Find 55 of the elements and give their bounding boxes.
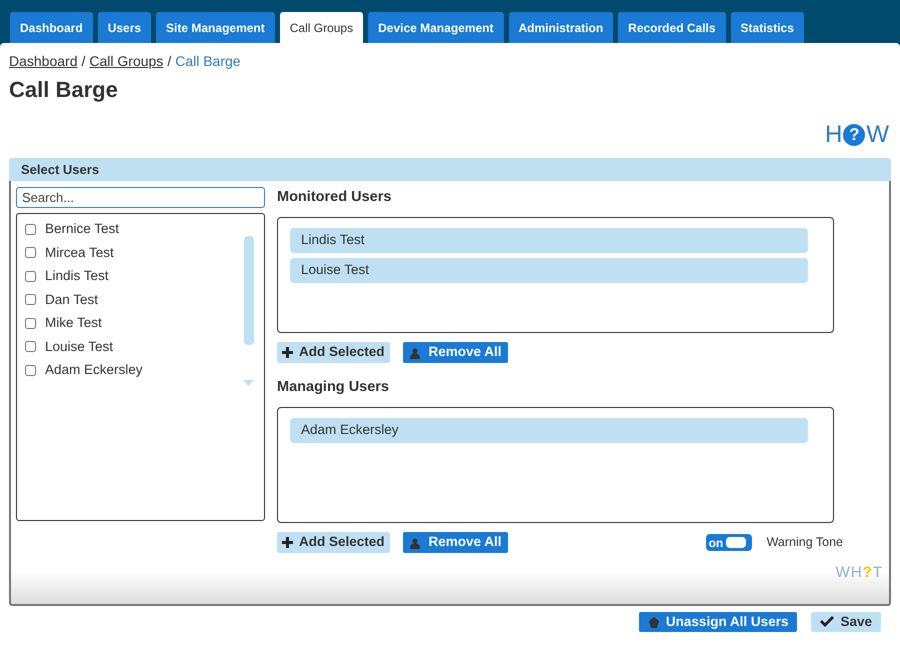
what-logo-text: WH (836, 562, 863, 582)
user-name: Mircea Test (45, 244, 114, 262)
breadcrumb-separator: / (82, 52, 86, 71)
user-name: Mike Test (45, 314, 102, 332)
user-checkbox[interactable] (25, 364, 36, 376)
what-logo-text: T (872, 562, 883, 582)
toggle-label: Warning Tone (766, 534, 843, 552)
search-field[interactable]: Search... (16, 187, 265, 208)
plus-icon (282, 347, 293, 358)
section-title: Monitored Users (277, 188, 392, 207)
help-logo-text: H (825, 122, 842, 148)
user-remove-icon (408, 536, 421, 548)
help-logo-mark: ? (843, 124, 866, 146)
nav-tab[interactable]: Device Management (368, 12, 504, 43)
user-checkbox[interactable] (25, 341, 36, 352)
plus-icon (282, 537, 293, 548)
user-checkbox[interactable] (25, 318, 36, 329)
nav-tab[interactable]: Call Groups (280, 12, 364, 43)
unassign-button[interactable]: Unassign All Users (638, 612, 798, 632)
nav-tab[interactable]: Administration (508, 12, 614, 43)
scrollbar-thumb[interactable] (244, 236, 254, 345)
check-icon (820, 616, 834, 628)
user-name: Bernice Test (45, 220, 120, 238)
panel-title: Select Users (21, 160, 100, 179)
save-button[interactable]: Save (811, 612, 881, 632)
breadcrumb-link[interactable]: Call Groups (89, 51, 164, 72)
remove-all-button[interactable]: Remove All (402, 342, 508, 363)
member-item: Louise Test (290, 258, 808, 283)
nav-tab[interactable]: Recorded Calls (618, 12, 726, 43)
remove-all-button[interactable]: Remove All (402, 532, 508, 553)
section-title: Managing Users (277, 378, 389, 397)
breadcrumb-separator: / (167, 52, 172, 71)
user-name: Adam Eckersley (45, 361, 143, 380)
user-name: Louise Test (45, 338, 114, 356)
nav-tab[interactable]: Statistics (730, 12, 804, 43)
user-remove-icon (408, 346, 421, 358)
user-checkbox[interactable] (25, 224, 36, 235)
nav-tab[interactable]: Site Management (156, 12, 275, 43)
what-logo-mark: ? (862, 562, 873, 582)
warning-tone-toggle[interactable]: on (706, 534, 752, 551)
member-item: Lindis Test (290, 228, 808, 253)
user-checkbox[interactable] (25, 294, 36, 306)
breadcrumb-current: Call Barge (175, 52, 241, 71)
page-title: Call Barge (9, 77, 118, 103)
breadcrumb-link[interactable]: Dashboard (9, 51, 78, 72)
user-name: Lindis Test (45, 267, 109, 286)
user-checkbox[interactable] (25, 270, 36, 282)
user-name: Dan Test (45, 290, 98, 309)
add-selected-button[interactable]: Add Selected (277, 342, 390, 363)
add-selected-button[interactable]: Add Selected (277, 532, 390, 553)
user-checkbox[interactable] (25, 247, 36, 258)
help-logo-text: W (866, 122, 889, 148)
nav-tab[interactable]: Dashboard (10, 12, 93, 43)
member-item: Adam Eckersley (290, 418, 808, 443)
nav-tab[interactable]: Users (98, 12, 152, 43)
